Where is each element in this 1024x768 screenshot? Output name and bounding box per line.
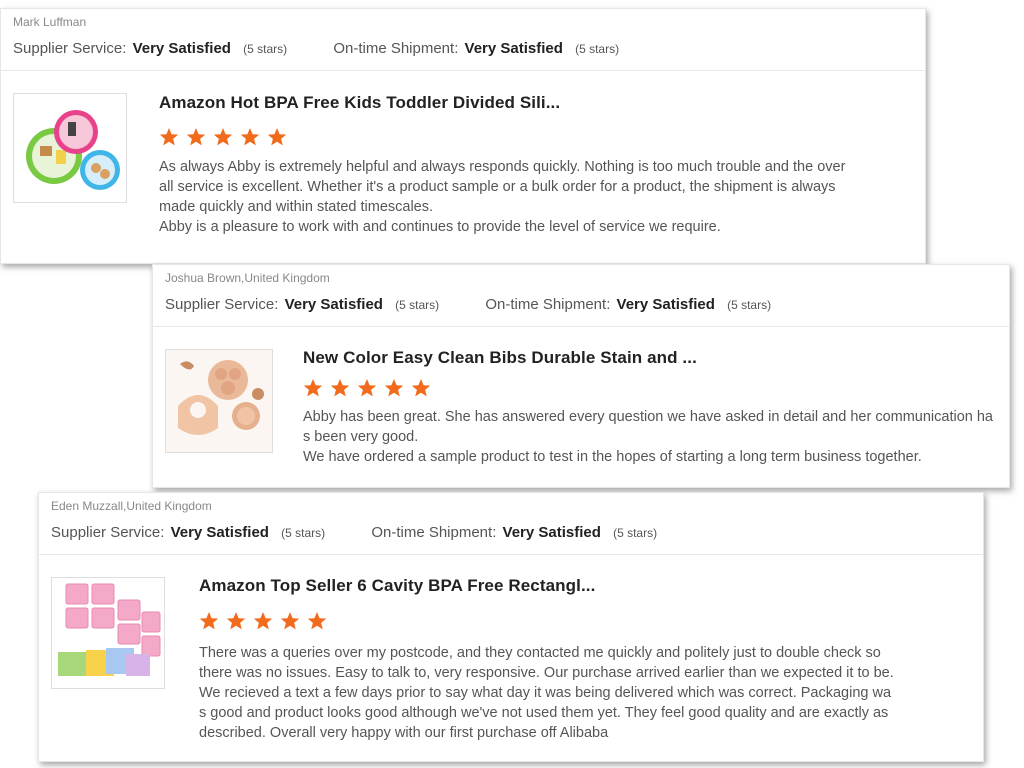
supplier-service-label: Supplier Service:: [165, 296, 279, 313]
shipment-value: Very Satisfied: [616, 296, 715, 313]
supplier-service-rating: Supplier Service: Very Satisfied (5 star…: [13, 40, 287, 58]
baby-bib-set-product-icon[interactable]: [165, 349, 273, 453]
product-title-link[interactable]: Amazon Hot BPA Free Kids Toddler Divided…: [159, 93, 560, 113]
divided-plates-product-icon[interactable]: [13, 93, 127, 203]
shipment-label: On-time Shipment:: [333, 40, 459, 57]
star-icon: [213, 127, 233, 147]
ratings-row: Supplier Service: Very Satisfied (5 star…: [51, 524, 971, 542]
reviewer-name: Eden Muzzall,United Kingdom: [51, 499, 212, 513]
supplier-service-value: Very Satisfied: [170, 524, 269, 541]
star-icon: [267, 127, 287, 147]
star-icon: [159, 127, 179, 147]
supplier-service-value: Very Satisfied: [132, 40, 231, 57]
review-card: Joshua Brown,United Kingdom Supplier Ser…: [152, 264, 1010, 488]
review-card: Eden Muzzall,United Kingdom Supplier Ser…: [38, 492, 984, 762]
review-header: Joshua Brown,United Kingdom Supplier Ser…: [153, 265, 1009, 327]
shipment-value: Very Satisfied: [502, 524, 601, 541]
star-icon: [253, 611, 273, 631]
star-icon: [307, 611, 327, 631]
supplier-service-stars: (5 stars): [395, 298, 440, 312]
review-header: Eden Muzzall,United Kingdom Supplier Ser…: [39, 493, 983, 555]
product-title-link[interactable]: Amazon Top Seller 6 Cavity BPA Free Rect…: [199, 576, 595, 596]
star-rating: [303, 378, 433, 400]
ratings-row: Supplier Service: Very Satisfied (5 star…: [13, 40, 913, 58]
star-icon: [303, 378, 323, 398]
ratings-row: Supplier Service: Very Satisfied (5 star…: [165, 296, 997, 314]
star-icon: [280, 611, 300, 631]
shipment-value: Very Satisfied: [464, 40, 563, 57]
shipment-label: On-time Shipment:: [371, 524, 497, 541]
star-icon: [330, 378, 350, 398]
star-icon: [199, 611, 219, 631]
star-icon: [384, 378, 404, 398]
shipment-rating: On-time Shipment: Very Satisfied (5 star…: [485, 296, 771, 314]
star-icon: [226, 611, 246, 631]
star-icon: [240, 127, 260, 147]
product-title-link[interactable]: New Color Easy Clean Bibs Durable Stain …: [303, 348, 697, 368]
review-text: As always Abby is extremely helpful and …: [159, 159, 846, 235]
shipment-stars: (5 stars): [613, 526, 658, 540]
shipment-rating: On-time Shipment: Very Satisfied (5 star…: [333, 40, 619, 58]
reviewer-name: Mark Luffman: [13, 15, 87, 29]
supplier-service-rating: Supplier Service: Very Satisfied (5 star…: [51, 524, 325, 542]
shipment-label: On-time Shipment:: [485, 296, 611, 313]
star-rating: [199, 611, 329, 633]
supplier-service-stars: (5 stars): [281, 526, 326, 540]
review-text: Abby has been great. She has answered ev…: [303, 409, 993, 465]
star-icon: [411, 378, 431, 398]
shipment-rating: On-time Shipment: Very Satisfied (5 star…: [371, 524, 657, 542]
review-header: Mark Luffman Supplier Service: Very Sati…: [1, 9, 925, 71]
star-rating: [159, 127, 289, 149]
reviewer-name: Joshua Brown,United Kingdom: [165, 271, 330, 285]
supplier-service-value: Very Satisfied: [284, 296, 383, 313]
shipment-stars: (5 stars): [727, 298, 772, 312]
star-icon: [357, 378, 377, 398]
supplier-service-stars: (5 stars): [243, 42, 288, 56]
review-card: Mark Luffman Supplier Service: Very Sati…: [0, 8, 926, 264]
review-text: There was a queries over my postcode, an…: [199, 645, 894, 741]
supplier-service-label: Supplier Service:: [51, 524, 165, 541]
soap-mold-product-icon[interactable]: [51, 577, 165, 689]
supplier-service-label: Supplier Service:: [13, 40, 127, 57]
star-icon: [186, 127, 206, 147]
shipment-stars: (5 stars): [575, 42, 620, 56]
supplier-service-rating: Supplier Service: Very Satisfied (5 star…: [165, 296, 439, 314]
